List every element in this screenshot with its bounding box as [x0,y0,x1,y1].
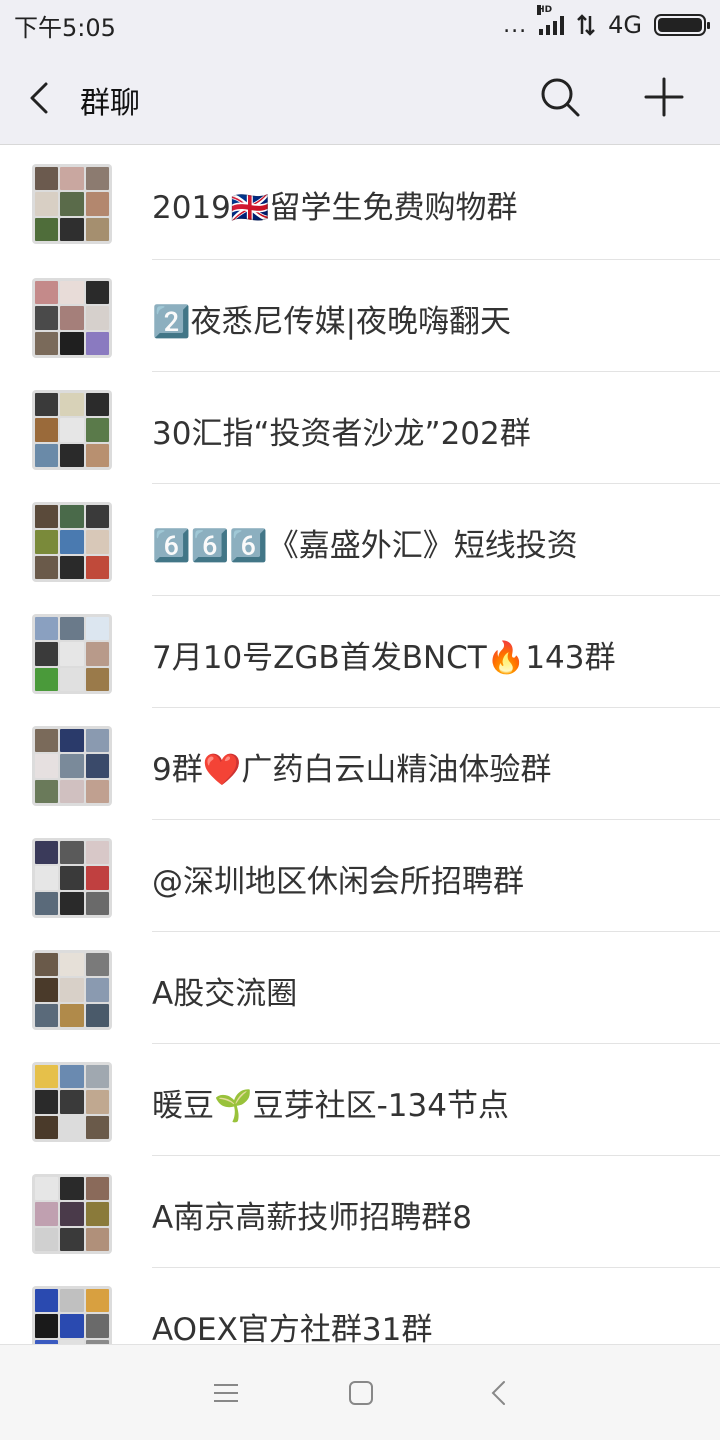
group-avatar [32,390,112,470]
group-list-item[interactable]: 2019🇬🇧留学生免费购物群 [0,146,720,260]
group-avatar [32,1174,112,1254]
group-name: AOEX官方社群31群 [152,1312,433,1344]
group-name: 9群❤️广药白云山精油体验群 [152,752,552,788]
group-avatar [32,726,112,806]
group-list-item[interactable]: 7月10号ZGB首发BNCT🔥143群 [0,596,720,708]
page-title: 群聊 [80,86,140,121]
group-name: 6️⃣6️⃣6️⃣《嘉盛外汇》短线投资 [152,528,578,564]
group-avatar [32,502,112,582]
group-name: A股交流圈 [152,976,298,1012]
data-transfer-icon [577,14,596,36]
group-avatar [32,1062,112,1142]
signal-icon: HD [537,5,565,35]
group-list-item[interactable]: 暖豆🌱豆芽社区-134节点 [0,1044,720,1156]
group-list-item[interactable]: 30汇指“投资者沙龙”202群 [0,372,720,484]
group-name: 2️⃣夜悉尼传媒|夜晚嗨翻天 [152,304,512,340]
group-name: 2019🇬🇧留学生免费购物群 [152,190,518,226]
battery-icon [654,14,710,36]
home-icon[interactable] [345,1377,377,1409]
group-list[interactable]: 2019🇬🇧留学生免费购物群 2️⃣夜悉尼传媒|夜晚嗨翻天 30汇指“投资者沙龙”2… [0,146,720,1344]
group-list-item[interactable]: @深圳地区休闲会所招聘群 [0,820,720,932]
group-list-item[interactable]: 9群❤️广药白云山精油体验群 [0,708,720,820]
status-bar: 下午5:05 ... HD 4G [0,0,720,50]
group-avatar [32,1286,112,1344]
search-icon[interactable] [538,75,582,119]
group-name: 7月10号ZGB首发BNCT🔥143群 [152,640,616,676]
add-icon[interactable] [642,75,686,119]
group-list-item[interactable]: A股交流圈 [0,932,720,1044]
network-type: 4G [608,11,642,39]
back-arrow-icon[interactable] [22,78,62,118]
group-list-item[interactable]: A南京高薪技师招聘群8 [0,1156,720,1268]
status-icons: ... HD 4G [503,5,710,39]
group-list-item[interactable]: AOEX官方社群31群 [0,1268,720,1344]
group-avatar [32,838,112,918]
group-name: @深圳地区休闲会所招聘群 [152,864,524,900]
menu-icon[interactable] [210,1377,242,1409]
status-time: 下午5:05 [14,13,116,42]
group-avatar [32,278,112,358]
group-name: A南京高薪技师招聘群8 [152,1200,472,1236]
group-name: 30汇指“投资者沙龙”202群 [152,416,531,452]
system-nav-bar [0,1344,720,1440]
group-avatar [32,614,112,694]
group-avatar [32,950,112,1030]
group-list-item[interactable]: 6️⃣6️⃣6️⃣《嘉盛外汇》短线投资 [0,484,720,596]
group-avatar [32,164,112,244]
title-bar: 群聊 [0,50,720,145]
group-name: 暖豆🌱豆芽社区-134节点 [152,1088,509,1124]
more-dots-icon: ... [503,12,528,38]
back-icon[interactable] [484,1377,516,1409]
group-list-item[interactable]: 2️⃣夜悉尼传媒|夜晚嗨翻天 [0,260,720,372]
